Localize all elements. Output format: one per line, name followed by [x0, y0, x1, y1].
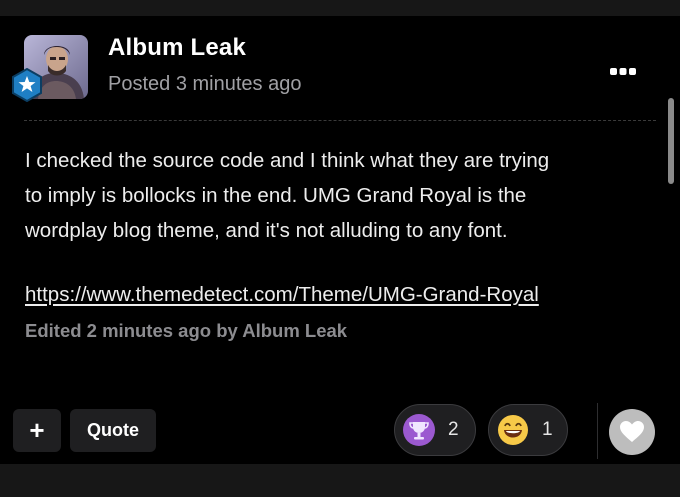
post-timestamp[interactable]: Posted 3 minutes ago: [108, 73, 301, 96]
more-options-icon[interactable]: [608, 64, 638, 80]
reaction-count: 1: [542, 419, 553, 440]
heart-icon[interactable]: [609, 409, 655, 455]
trophy-icon: [403, 414, 435, 446]
reaction-separator: [597, 403, 598, 459]
quote-button[interactable]: Quote: [70, 409, 156, 452]
post-body-line: wordplay blog theme, and it's not alludi…: [25, 219, 508, 242]
post-body-line: I checked the source code and I think wh…: [25, 149, 550, 172]
top-strip: [0, 0, 680, 16]
reaction-trophy[interactable]: 2: [394, 404, 476, 456]
star-badge-icon: [10, 67, 44, 103]
post-body: I checked the source code and I think wh…: [25, 143, 655, 248]
multiquote-plus-button[interactable]: +: [13, 409, 61, 452]
header-divider: [24, 120, 656, 121]
scrollbar[interactable]: [668, 98, 674, 184]
reaction-grin[interactable]: 1: [488, 404, 568, 456]
edited-note: Edited 2 minutes ago by Album Leak: [25, 320, 348, 341]
reaction-count: 2: [448, 419, 459, 440]
grin-emoji-icon: [497, 414, 529, 446]
author-name[interactable]: Album Leak: [108, 34, 246, 62]
post-body-line: to imply is bollocks in the end. UMG Gra…: [25, 184, 527, 207]
post-link[interactable]: https://www.themedetect.com/Theme/UMG-Gr…: [25, 283, 539, 307]
bottom-strip: [0, 464, 680, 497]
